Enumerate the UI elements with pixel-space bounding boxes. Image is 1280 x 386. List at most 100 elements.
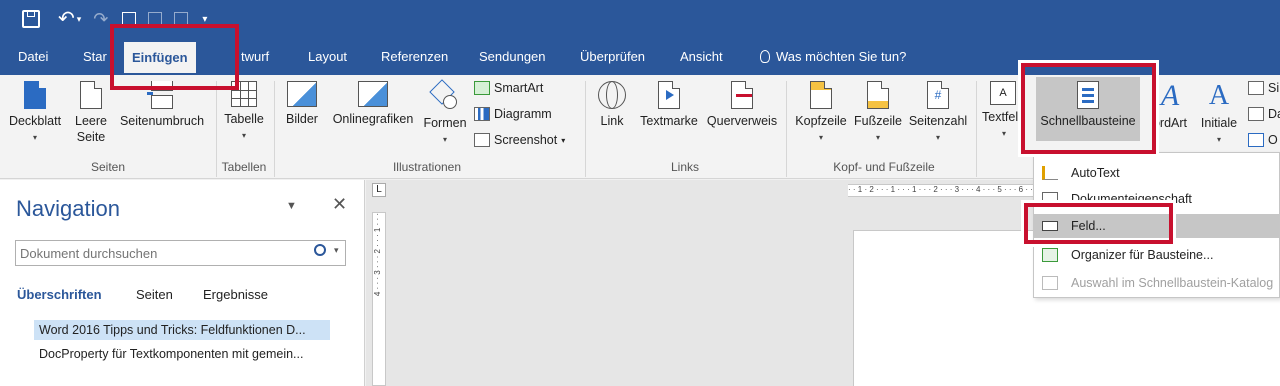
formen-button[interactable]: Formen ▾	[421, 79, 469, 145]
signature-label: Si	[1268, 81, 1280, 95]
search-icon[interactable]	[314, 244, 326, 256]
touch-mode-icon[interactable]	[122, 12, 137, 26]
textbox-icon: A	[990, 81, 1016, 105]
nav-tab-results[interactable]: Ergebnisse	[203, 287, 268, 302]
seitenzahl-button[interactable]: # Seitenzahl ▾	[906, 81, 970, 143]
tab-sendungen[interactable]: Sendungen	[479, 44, 546, 72]
tabellen-group-label: Tabellen	[221, 160, 267, 174]
diagramm-button[interactable]: Diagramm	[474, 107, 552, 121]
formen-caret: ▾	[442, 135, 447, 144]
redo-icon[interactable]: ↷	[93, 9, 108, 30]
group-separator	[585, 81, 586, 177]
menu-item-feld[interactable]: Feld...	[1034, 214, 1280, 238]
seitenumbruch-label: Seitenumbruch	[119, 114, 205, 128]
tab-datei[interactable]: Datei	[18, 44, 48, 72]
bilder-button[interactable]: Bilder	[280, 81, 324, 127]
menu-item-save-selection: Auswahl im Schnellbaustein-Katalog	[1034, 271, 1280, 295]
querverweis-label: Querverweis	[706, 114, 778, 128]
schnellbausteine-button[interactable]: Schnellbausteine	[1036, 77, 1140, 141]
initiale-button[interactable]: A Initiale ▾	[1196, 81, 1242, 145]
date-time-button[interactable]: Da	[1248, 107, 1280, 121]
object-button[interactable]: O	[1248, 133, 1278, 147]
tab-entwurf[interactable]: twurf	[241, 44, 269, 72]
wordart-label: ordArt	[1152, 116, 1188, 130]
leere-seite-button[interactable]: Leere Seite	[70, 81, 112, 145]
signature-icon	[1248, 81, 1264, 95]
nav-tab-headings[interactable]: Überschriften	[17, 287, 102, 302]
bilder-label: Bilder	[286, 112, 318, 126]
pane-options-icon[interactable]: ▼	[286, 200, 297, 212]
deckblatt-label: Deckblatt	[8, 114, 62, 128]
quick-access-toolbar: ↶ ▾ ↷ ▾	[22, 6, 207, 32]
undo-caret[interactable]: ▾	[77, 14, 82, 25]
textfeld-caret: ▾	[1001, 129, 1006, 138]
tab-start[interactable]: Star	[83, 44, 107, 72]
menu-item-organizer[interactable]: Organizer für Bausteine...	[1034, 243, 1280, 267]
fusszeile-button[interactable]: Fußzeile ▾	[852, 81, 904, 143]
initiale-caret: ▾	[1216, 135, 1221, 144]
menu-item-label: Feld...	[1071, 219, 1106, 233]
menu-item-label: Auswahl im Schnellbaustein-Katalog	[1071, 276, 1274, 290]
tab-layout[interactable]: Layout	[308, 44, 347, 72]
print-icon[interactable]	[174, 12, 189, 26]
seitenumbruch-button[interactable]: Seitenumbruch	[116, 81, 208, 129]
link-button[interactable]: Link	[592, 81, 632, 129]
vertical-ruler[interactable]: 4 · · · 3 · · · 2 · · · 1 · · ·	[372, 212, 386, 386]
kopfzeile-button[interactable]: Kopfzeile ▾	[792, 81, 850, 143]
links-group-label: Links	[670, 160, 699, 174]
screenshot-caret: ▾	[561, 135, 566, 145]
header-icon	[810, 81, 832, 109]
menu-item-autotext[interactable]: AutoText	[1034, 161, 1280, 185]
group-separator	[786, 81, 787, 177]
screenshot-button[interactable]: Screenshot ▾	[474, 133, 565, 147]
textfeld-button[interactable]: A Textfel ▾	[982, 81, 1026, 139]
field-icon	[1042, 221, 1058, 231]
tab-ansicht[interactable]: Ansicht	[680, 44, 723, 72]
cover-page-icon	[24, 81, 46, 109]
leere-seite-label-1: Leere	[75, 114, 107, 128]
nav-heading-item[interactable]: Word 2016 Tipps und Tricks: Feldfunktion…	[34, 320, 330, 340]
tell-me-text: Was möchten Sie tun?	[776, 49, 907, 64]
undo-icon[interactable]: ↶	[58, 9, 75, 29]
date-label: Da	[1268, 107, 1280, 121]
seiten-group-label: Seiten	[90, 160, 126, 174]
tab-referenzen[interactable]: Referenzen	[381, 44, 448, 72]
textmarke-button[interactable]: Textmarke	[637, 81, 701, 129]
onlinegrafiken-label: Onlinegrafiken	[332, 112, 414, 126]
tab-ueberpruefen[interactable]: Überprüfen	[580, 44, 645, 72]
nav-tab-pages[interactable]: Seiten	[136, 287, 173, 302]
nav-heading-item[interactable]: DocProperty für Textkomponenten mit geme…	[34, 344, 330, 364]
fusszeile-label: Fußzeile	[854, 114, 902, 128]
tabelle-button[interactable]: Tabelle ▾	[220, 81, 268, 141]
querverweis-button[interactable]: Querverweis	[704, 81, 780, 129]
ribbon-tabs: Datei Star Einfügen twurf Layout Referen…	[0, 42, 1280, 73]
smartart-button[interactable]: SmartArt	[474, 81, 543, 95]
customize-icon[interactable]: ▾	[202, 14, 207, 25]
menu-item-dokumenteigenschaft[interactable]: Dokumenteigenschaft	[1034, 187, 1280, 211]
tell-me-box[interactable]: Was möchten Sie tun?	[760, 44, 906, 72]
document-property-icon	[1042, 192, 1058, 206]
page-break-icon	[147, 81, 175, 109]
deckblatt-button[interactable]: Deckblatt ▾	[6, 81, 64, 143]
globe-link-icon	[598, 81, 626, 109]
navigation-search-input[interactable]	[16, 241, 296, 265]
drop-cap-icon: A	[1208, 80, 1230, 111]
link-label: Link	[600, 114, 624, 128]
print-preview-icon[interactable]	[148, 12, 163, 26]
shapes-icon	[429, 79, 461, 111]
tabelle-caret: ▾	[241, 131, 246, 140]
save-to-gallery-icon	[1042, 276, 1058, 290]
tab-einfuegen[interactable]: Einfügen	[124, 42, 196, 73]
cross-reference-icon	[731, 81, 753, 109]
schnellbausteine-label: Schnellbausteine	[1040, 114, 1136, 128]
save-icon[interactable]	[22, 10, 40, 28]
tab-selector[interactable]: L	[372, 183, 386, 197]
textfeld-label: Textfel	[982, 110, 1019, 124]
kopf-fuss-group-label: Kopf- und Fußzeile	[833, 160, 935, 174]
close-icon[interactable]: ✕	[332, 194, 347, 215]
onlinegrafiken-button[interactable]: Onlinegrafiken	[327, 81, 419, 127]
building-blocks-icon	[1042, 248, 1058, 262]
signature-line-button[interactable]: Si	[1248, 81, 1279, 95]
wordart-button[interactable]: A ordArt	[1146, 81, 1194, 131]
search-options-caret[interactable]: ▾	[334, 245, 339, 256]
